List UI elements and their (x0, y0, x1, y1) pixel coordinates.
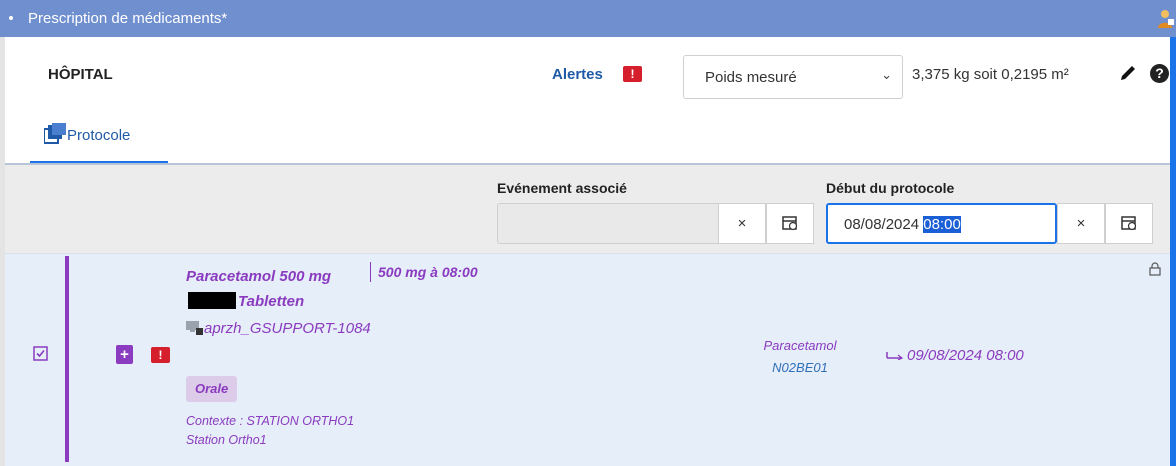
start-picker-button[interactable] (1105, 203, 1153, 244)
end-date: 09/08/2024 08:00 (886, 347, 1024, 364)
lock-icon[interactable] (1149, 262, 1161, 279)
alerts-link[interactable]: Alertes (552, 66, 603, 83)
event-picker-button[interactable] (766, 203, 814, 244)
workstation-lock-icon (186, 320, 204, 343)
drug-name[interactable]: Paracetamol 500 mg Tabletten (186, 264, 371, 314)
window-titlebar: Prescription de médicaments* (0, 0, 1176, 37)
help-icon[interactable]: ? (1150, 64, 1169, 83)
window-title: Prescription de médicaments* (28, 10, 228, 27)
row-accent-bar (65, 256, 69, 462)
user-alert-icon[interactable] (1157, 9, 1175, 32)
calendar-icon (1121, 215, 1137, 232)
chevron-down-icon: ⌄ (881, 67, 892, 82)
weight-type-select[interactable]: Poids mesuré ⌄ (683, 55, 903, 99)
drug-name-part2: Tabletten (238, 293, 305, 310)
protocol-icon (43, 123, 66, 148)
dose-schedule: 500 mg à 08:00 (370, 262, 478, 282)
support-id: aprzh_GSUPPORT-1084 (186, 318, 371, 343)
arrow-right-icon (886, 347, 904, 364)
weight-type-value: Poids mesuré (705, 69, 797, 86)
atc-code: N02BE01 (772, 360, 828, 375)
drug-name-part1: Paracetamol 500 mg (186, 268, 332, 285)
checkbox-icon[interactable] (33, 346, 48, 364)
redacted-block (188, 292, 236, 309)
end-date-text: 09/08/2024 08:00 (907, 347, 1024, 364)
start-date-input[interactable]: 08/08/2024 08:00 (826, 203, 1057, 244)
calendar-icon (782, 215, 798, 232)
route-badge: Orale (186, 376, 238, 402)
event-input[interactable] (497, 203, 719, 244)
support-id-text: aprzh_GSUPPORT-1084 (204, 320, 371, 337)
clear-icon: × (1076, 215, 1086, 232)
event-label: Evénement associé (497, 180, 627, 196)
weight-bsa-text: 3,375 kg soit 0,2195 m² (912, 66, 1069, 83)
start-label: Début du protocole (826, 180, 955, 196)
event-clear-button[interactable]: × (718, 203, 766, 244)
context-text: Contexte : STATION ORTHO1 Station Ortho1 (186, 414, 355, 447)
clear-icon: × (737, 215, 747, 232)
tab-protocole[interactable]: Protocole (30, 118, 168, 164)
bullet-dot (9, 16, 13, 20)
alerts-icon[interactable]: ! (623, 66, 642, 82)
tab-label: Protocole (67, 127, 131, 144)
add-document-icon[interactable]: + (116, 345, 133, 364)
alert-icon[interactable]: ! (151, 347, 170, 363)
pencil-icon[interactable] (1118, 63, 1138, 86)
start-clear-button[interactable]: × (1057, 203, 1105, 244)
molecule-name: Paracetamol (763, 338, 837, 353)
start-date-value: 08/08/2024 (844, 216, 924, 233)
start-date-text: 08/08/2024 08:00 (844, 216, 961, 233)
start-time-selected: 08:00 (923, 216, 961, 233)
hospital-name: HÔPITAL (48, 66, 113, 83)
right-accent-border (1170, 37, 1176, 466)
